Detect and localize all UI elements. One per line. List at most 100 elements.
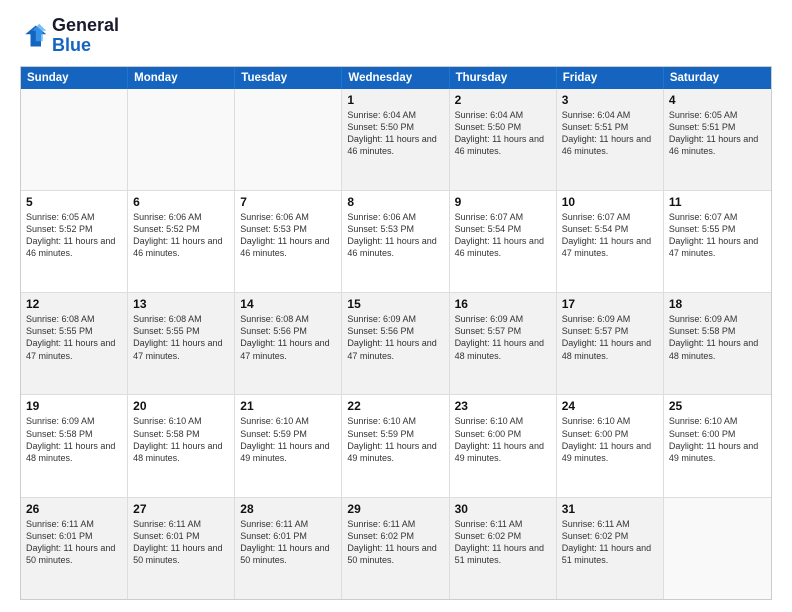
day-number: 14 (240, 297, 336, 311)
calendar-cell: 3Sunrise: 6:04 AM Sunset: 5:51 PM Daylig… (557, 89, 664, 190)
calendar-row: 5Sunrise: 6:05 AM Sunset: 5:52 PM Daylig… (21, 191, 771, 293)
day-number: 30 (455, 502, 551, 516)
page: General Blue SundayMondayTuesdayWednesda… (0, 0, 792, 612)
cell-info: Sunrise: 6:10 AM Sunset: 5:58 PM Dayligh… (133, 415, 229, 464)
calendar-cell: 21Sunrise: 6:10 AM Sunset: 5:59 PM Dayli… (235, 395, 342, 496)
day-number: 4 (669, 93, 766, 107)
cell-info: Sunrise: 6:08 AM Sunset: 5:56 PM Dayligh… (240, 313, 336, 362)
calendar-cell: 27 Sunrise: 6:11 AM Sunset: 6:01 PM Dayli… (128, 498, 235, 599)
calendar-cell: 30Sunrise: 6:11 AM Sunset: 6:02 PM Dayli… (450, 498, 557, 599)
calendar-cell-empty (235, 89, 342, 190)
day-number: 25 (669, 399, 766, 413)
header: General Blue (20, 16, 772, 56)
day-number: 2 (455, 93, 551, 107)
day-number: 17 (562, 297, 658, 311)
calendar-row: 19 Sunrise: 6:09 AM Sunset: 5:58 PM Dayli… (21, 395, 771, 497)
cell-info: Sunrise: 6:10 AM Sunset: 6:00 PM Dayligh… (669, 415, 766, 464)
cell-info: Sunrise: 6:04 AM Sunset: 5:50 PM Dayligh… (347, 109, 443, 158)
calendar-header-cell: Monday (128, 67, 235, 89)
cell-info: Sunrise: 6:09 AM Sunset: 5:57 PM Dayligh… (455, 313, 551, 362)
calendar-cell: 11 Sunrise: 6:07 AM Sunset: 5:55 PM Dayli… (664, 191, 771, 292)
cell-info: Sunrise: 6:11 AM Sunset: 6:01 PM Dayligh… (133, 518, 229, 567)
day-number: 24 (562, 399, 658, 413)
calendar-cell: 29 Sunrise: 6:11 AM Sunset: 6:02 PM Dayli… (342, 498, 449, 599)
day-number: 9 (455, 195, 551, 209)
cell-info: Sunrise: 6:07 AM Sunset: 5:54 PM Dayligh… (455, 211, 551, 260)
cell-info: Sunrise: 6:09 AM Sunset: 5:58 PM Dayligh… (669, 313, 766, 362)
calendar-cell-empty (21, 89, 128, 190)
day-number: 18 (669, 297, 766, 311)
calendar-cell: 2 Sunrise: 6:04 AM Sunset: 5:50 PM Daylig… (450, 89, 557, 190)
calendar-cell: 28 Sunrise: 6:11 AM Sunset: 6:01 PM Dayli… (235, 498, 342, 599)
calendar-cell: 16 Sunrise: 6:09 AM Sunset: 5:57 PM Dayli… (450, 293, 557, 394)
calendar-cell: 1 Sunrise: 6:04 AM Sunset: 5:50 PM Daylig… (342, 89, 449, 190)
day-number: 10 (562, 195, 658, 209)
calendar-cell: 20 Sunrise: 6:10 AM Sunset: 5:58 PM Dayli… (128, 395, 235, 496)
logo: General Blue (20, 16, 119, 56)
calendar-cell: 26 Sunrise: 6:11 AM Sunset: 6:01 PM Dayli… (21, 498, 128, 599)
calendar-header-cell: Wednesday (342, 67, 449, 89)
logo-text: General Blue (52, 16, 119, 56)
cell-info: Sunrise: 6:06 AM Sunset: 5:53 PM Dayligh… (240, 211, 336, 260)
calendar-cell-empty (128, 89, 235, 190)
calendar-cell: 19 Sunrise: 6:09 AM Sunset: 5:58 PM Dayli… (21, 395, 128, 496)
day-number: 13 (133, 297, 229, 311)
day-number: 21 (240, 399, 336, 413)
day-number: 20 (133, 399, 229, 413)
day-number: 6 (133, 195, 229, 209)
calendar-cell: 5Sunrise: 6:05 AM Sunset: 5:52 PM Daylig… (21, 191, 128, 292)
cell-info: Sunrise: 6:09 AM Sunset: 5:57 PM Dayligh… (562, 313, 658, 362)
cell-info: Sunrise: 6:11 AM Sunset: 6:01 PM Dayligh… (240, 518, 336, 567)
cell-info: Sunrise: 6:07 AM Sunset: 5:55 PM Dayligh… (669, 211, 766, 260)
calendar-header-cell: Sunday (21, 67, 128, 89)
cell-info: Sunrise: 6:07 AM Sunset: 5:54 PM Dayligh… (562, 211, 658, 260)
day-number: 5 (26, 195, 122, 209)
cell-info: Sunrise: 6:10 AM Sunset: 6:00 PM Dayligh… (562, 415, 658, 464)
logo-icon (20, 22, 48, 50)
cell-info: Sunrise: 6:11 AM Sunset: 6:02 PM Dayligh… (347, 518, 443, 567)
cell-info: Sunrise: 6:09 AM Sunset: 5:56 PM Dayligh… (347, 313, 443, 362)
day-number: 12 (26, 297, 122, 311)
cell-info: Sunrise: 6:10 AM Sunset: 5:59 PM Dayligh… (347, 415, 443, 464)
calendar-cell: 10 Sunrise: 6:07 AM Sunset: 5:54 PM Dayli… (557, 191, 664, 292)
day-number: 31 (562, 502, 658, 516)
cell-info: Sunrise: 6:05 AM Sunset: 5:51 PM Dayligh… (669, 109, 766, 158)
cell-info: Sunrise: 6:11 AM Sunset: 6:02 PM Dayligh… (562, 518, 658, 567)
calendar-body: 1 Sunrise: 6:04 AM Sunset: 5:50 PM Daylig… (21, 89, 771, 599)
day-number: 15 (347, 297, 443, 311)
calendar-cell: 25 Sunrise: 6:10 AM Sunset: 6:00 PM Dayli… (664, 395, 771, 496)
day-number: 22 (347, 399, 443, 413)
calendar-header-cell: Saturday (664, 67, 771, 89)
calendar-cell: 17 Sunrise: 6:09 AM Sunset: 5:57 PM Dayli… (557, 293, 664, 394)
cell-info: Sunrise: 6:11 AM Sunset: 6:01 PM Dayligh… (26, 518, 122, 567)
day-number: 8 (347, 195, 443, 209)
day-number: 28 (240, 502, 336, 516)
calendar-cell: 12Sunrise: 6:08 AM Sunset: 5:55 PM Dayli… (21, 293, 128, 394)
calendar-cell: 14 Sunrise: 6:08 AM Sunset: 5:56 PM Dayli… (235, 293, 342, 394)
calendar-row: 26 Sunrise: 6:11 AM Sunset: 6:01 PM Dayli… (21, 498, 771, 599)
calendar-cell: 13Sunrise: 6:08 AM Sunset: 5:55 PM Dayli… (128, 293, 235, 394)
calendar-cell: 31 Sunrise: 6:11 AM Sunset: 6:02 PM Dayli… (557, 498, 664, 599)
day-number: 29 (347, 502, 443, 516)
day-number: 11 (669, 195, 766, 209)
day-number: 16 (455, 297, 551, 311)
cell-info: Sunrise: 6:06 AM Sunset: 5:53 PM Dayligh… (347, 211, 443, 260)
calendar-cell: 18 Sunrise: 6:09 AM Sunset: 5:58 PM Dayli… (664, 293, 771, 394)
cell-info: Sunrise: 6:04 AM Sunset: 5:50 PM Dayligh… (455, 109, 551, 158)
day-number: 26 (26, 502, 122, 516)
calendar-cell: 4 Sunrise: 6:05 AM Sunset: 5:51 PM Daylig… (664, 89, 771, 190)
day-number: 19 (26, 399, 122, 413)
calendar-header-cell: Tuesday (235, 67, 342, 89)
cell-info: Sunrise: 6:09 AM Sunset: 5:58 PM Dayligh… (26, 415, 122, 464)
calendar-cell: 22 Sunrise: 6:10 AM Sunset: 5:59 PM Dayli… (342, 395, 449, 496)
day-number: 1 (347, 93, 443, 107)
cell-info: Sunrise: 6:06 AM Sunset: 5:52 PM Dayligh… (133, 211, 229, 260)
calendar-cell: 7Sunrise: 6:06 AM Sunset: 5:53 PM Daylig… (235, 191, 342, 292)
calendar-row: 1 Sunrise: 6:04 AM Sunset: 5:50 PM Daylig… (21, 89, 771, 191)
calendar-cell: 9 Sunrise: 6:07 AM Sunset: 5:54 PM Daylig… (450, 191, 557, 292)
day-number: 27 (133, 502, 229, 516)
calendar-cell: 8 Sunrise: 6:06 AM Sunset: 5:53 PM Daylig… (342, 191, 449, 292)
calendar-row: 12Sunrise: 6:08 AM Sunset: 5:55 PM Dayli… (21, 293, 771, 395)
cell-info: Sunrise: 6:10 AM Sunset: 6:00 PM Dayligh… (455, 415, 551, 464)
calendar-cell-empty (664, 498, 771, 599)
